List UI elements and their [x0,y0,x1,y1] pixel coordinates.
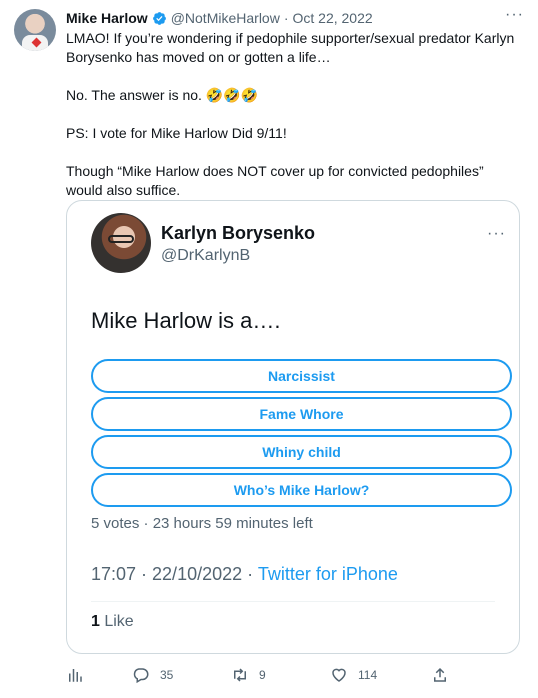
author-avatar[interactable] [14,9,56,51]
verified-badge-icon [152,11,167,26]
share-button[interactable] [431,663,449,687]
quoted-author-handle[interactable]: @DrKarlynB [161,247,250,265]
reply-icon [133,668,149,684]
like-icon [332,668,346,682]
quoted-timestamp: 17:07 · 22/10/2022 · Twitter for iPhone [91,564,398,585]
author-handle[interactable]: @NotMikeHarlow [171,10,280,26]
reply-count: 35 [160,668,174,682]
tweet-paragraph: Though “Mike Harlow does NOT cover up fo… [66,163,484,198]
author-name[interactable]: Mike Harlow [66,10,148,26]
quoted-likes[interactable]: 1 Like [91,613,134,631]
more-icon[interactable]: ··· [505,6,524,24]
poll-option-narcissist[interactable]: Narcissist [91,359,512,393]
quoted-more-icon[interactable]: ··· [487,225,506,243]
retweet-count: 9 [259,668,266,682]
like-button[interactable]: 114 [330,663,377,687]
tweet-paragraph: LMAO! If you’re wondering if pedophile s… [66,30,515,65]
retweet-icon [234,668,246,682]
poll: Narcissist Fame Whore Whiny child Who’s … [91,359,512,511]
quoted-likes-count: 1 [91,613,100,630]
share-icon [434,667,446,682]
tweet-paragraph: PS: I vote for Mike Harlow Did 9/11! [66,125,287,141]
poll-option-whiny-child[interactable]: Whiny child [91,435,512,469]
poll-option-fame-whore[interactable]: Fame Whore [91,397,512,431]
poll-option-whos-mike-harlow[interactable]: Who’s Mike Harlow? [91,473,512,507]
quoted-tweet-card[interactable]: Karlyn Borysenko @DrKarlynB ··· Mike Har… [66,200,520,654]
like-count: 114 [358,668,378,682]
analytics-button[interactable] [66,663,84,687]
quoted-divider [91,601,495,602]
reply-button[interactable]: 35 [132,663,173,687]
tweet-text: LMAO! If you’re wondering if pedophile s… [66,29,521,200]
quoted-likes-label: Like [99,613,134,630]
tweet-actions: 35 9 114 [66,663,456,687]
header-separator: · [283,10,289,26]
quoted-author-avatar[interactable] [91,213,151,273]
quoted-source-link[interactable]: Twitter for iPhone [258,564,398,584]
quoted-author-name[interactable]: Karlyn Borysenko [161,223,315,244]
tweet-date[interactable]: Oct 22, 2022 [293,10,373,26]
quoted-tweet-text: Mike Harlow is a…. [91,308,281,333]
poll-meta: 5 votes · 23 hours 59 minutes left [91,515,313,532]
tweet-header: Mike Harlow @NotMikeHarlow · Oct 22, 202… [66,8,524,28]
quoted-time[interactable]: 17:07 · 22/10/2022 · [91,564,258,584]
avatar-glasses [108,235,134,243]
tweet-paragraph: No. The answer is no. 🤣🤣🤣 [66,87,259,103]
retweet-button[interactable]: 9 [231,663,266,687]
analytics-icon [69,669,82,682]
